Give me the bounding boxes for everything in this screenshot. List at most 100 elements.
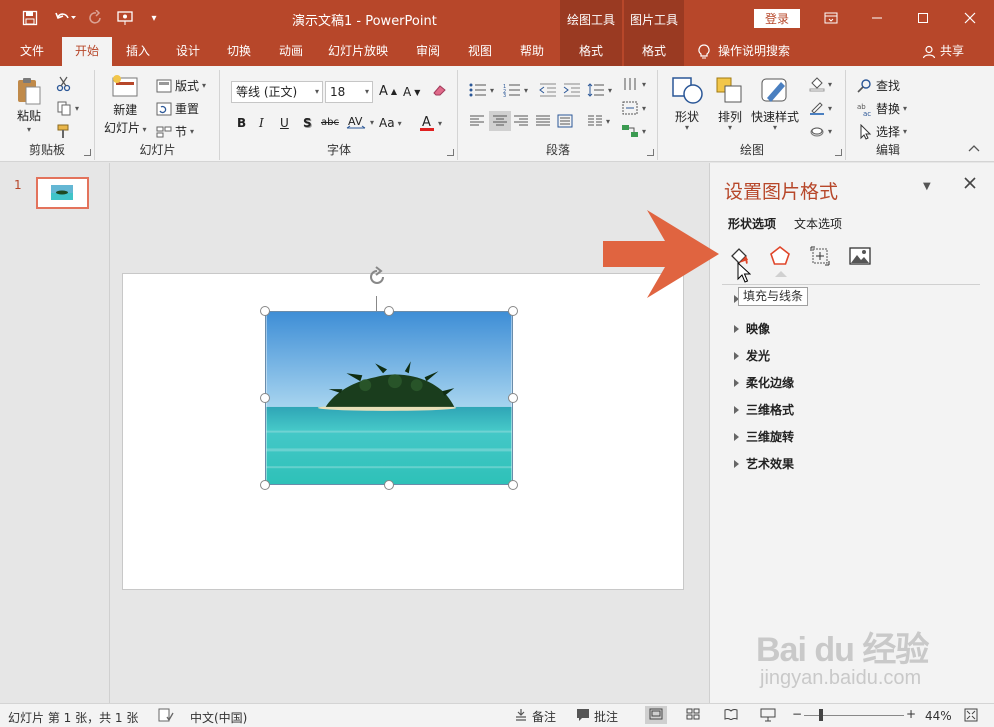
share-button[interactable]: 共享	[922, 37, 976, 66]
justify-button[interactable]	[535, 114, 551, 128]
tab-view[interactable]: 视图	[458, 37, 502, 66]
close-window-icon[interactable]	[955, 6, 985, 30]
tab-picture-format[interactable]: 格式	[624, 37, 684, 66]
copy-button[interactable]: ▾	[56, 100, 79, 116]
pane-options-icon[interactable]: ▼	[923, 181, 931, 192]
section-3d-format[interactable]: 三维格式	[734, 401, 794, 418]
slide-canvas[interactable]	[122, 266, 684, 590]
save-icon[interactable]	[18, 6, 42, 30]
shape-outline-button[interactable]: ▾	[809, 100, 832, 116]
tab-design[interactable]: 设计	[166, 37, 210, 66]
resize-handle-bottom-left[interactable]	[260, 480, 270, 490]
paste-button[interactable]: 粘贴 ▾	[14, 76, 44, 134]
new-slide-button[interactable]: 新建 幻灯片 ▾	[104, 74, 147, 136]
align-left-button[interactable]	[469, 114, 485, 128]
clipboard-launcher-icon[interactable]	[84, 149, 91, 156]
island-picture[interactable]	[265, 311, 513, 485]
resize-handle-bottom-right[interactable]	[508, 480, 518, 490]
tab-home[interactable]: 开始	[62, 37, 112, 66]
redo-icon[interactable]	[84, 6, 108, 30]
line-spacing-button[interactable]: ▾	[587, 83, 612, 97]
maximize-icon[interactable]	[908, 6, 938, 30]
spell-check-icon[interactable]	[158, 708, 174, 725]
effects-icon[interactable]	[767, 243, 793, 269]
language-indicator[interactable]: 中文(中国)	[190, 709, 247, 726]
convert-smartart-button[interactable]: ▾	[621, 123, 646, 139]
customize-qat-icon[interactable]: ▾	[142, 6, 166, 30]
tell-me-search[interactable]: 操作说明搜索	[698, 37, 802, 66]
ribbon-display-options-icon[interactable]	[816, 6, 846, 30]
arrange-button[interactable]: 排列 ▾	[715, 76, 745, 132]
quick-styles-button[interactable]: 快速样式 ▾	[751, 76, 799, 132]
resize-handle-bottom[interactable]	[384, 480, 394, 490]
reset-button[interactable]: 重置	[156, 100, 199, 117]
login-button[interactable]: 登录	[754, 9, 800, 28]
decrease-indent-button[interactable]	[539, 83, 557, 97]
select-button[interactable]: 选择 ▾	[857, 123, 907, 140]
replace-button[interactable]: ab ac 替换 ▾	[857, 100, 907, 117]
collapse-ribbon-icon[interactable]	[968, 144, 980, 152]
pane-tab-shape-options[interactable]: 形状选项	[728, 215, 776, 232]
section-glow[interactable]: 发光	[734, 347, 770, 364]
shapes-button[interactable]: 形状 ▾	[671, 76, 703, 132]
increase-indent-button[interactable]	[563, 83, 581, 97]
pane-close-icon[interactable]	[964, 177, 976, 193]
cut-button[interactable]	[56, 76, 72, 92]
shape-effects-button[interactable]: ▾	[809, 123, 832, 139]
underline-button[interactable]: U	[280, 116, 289, 130]
reading-view-button[interactable]	[724, 708, 738, 723]
slide-thumbnail[interactable]	[36, 177, 89, 209]
bullets-button[interactable]: ▾	[469, 83, 494, 97]
zoom-level[interactable]: 44%	[925, 709, 952, 723]
find-button[interactable]: 查找	[857, 77, 900, 94]
minimize-icon[interactable]	[862, 6, 892, 30]
italic-button[interactable]: I	[259, 116, 264, 130]
section-artistic-effects[interactable]: 艺术效果	[734, 455, 794, 472]
font-size-combo[interactable]: 18 ▾	[325, 81, 373, 103]
section-soft-edges[interactable]: 柔化边缘	[734, 374, 794, 391]
tab-animations[interactable]: 动画	[268, 37, 314, 66]
slideshow-button[interactable]	[760, 708, 776, 725]
notes-button[interactable]: 备注	[514, 708, 556, 725]
pane-tab-text-options[interactable]: 文本选项	[794, 215, 842, 232]
resize-handle-left[interactable]	[260, 393, 270, 403]
strikethrough-button[interactable]: abc	[321, 117, 339, 128]
shape-fill-button[interactable]: ▾	[809, 76, 832, 92]
resize-handle-top-left[interactable]	[260, 306, 270, 316]
undo-icon[interactable]	[50, 6, 80, 30]
resize-handle-top-right[interactable]	[508, 306, 518, 316]
columns-button[interactable]: ▾	[587, 114, 610, 128]
bold-button[interactable]: B	[237, 116, 246, 130]
font-name-combo[interactable]: 等线 (正文) ▾	[231, 81, 323, 103]
section-3d-rotation[interactable]: 三维旋转	[734, 428, 794, 445]
normal-view-button[interactable]	[645, 706, 667, 724]
zoom-out-button[interactable]: −	[792, 707, 802, 721]
tab-transitions[interactable]: 切换	[216, 37, 262, 66]
paragraph-launcher-icon[interactable]	[647, 149, 654, 156]
align-center-button[interactable]	[489, 111, 511, 131]
numbering-button[interactable]: 1 2 3 ▾	[503, 83, 528, 97]
shrink-font-button[interactable]: A ▼	[403, 85, 420, 99]
change-case-button[interactable]: Aa ▾	[379, 116, 402, 130]
tab-slideshow[interactable]: 幻灯片放映	[320, 37, 396, 66]
rotate-handle-icon[interactable]	[366, 266, 388, 291]
grow-font-button[interactable]: A ▲	[379, 84, 397, 99]
tab-help[interactable]: 帮助	[510, 37, 554, 66]
section-button[interactable]: 节 ▾	[156, 123, 194, 140]
tab-insert[interactable]: 插入	[116, 37, 160, 66]
tab-drawing-format[interactable]: 格式	[560, 37, 622, 66]
align-right-button[interactable]	[513, 114, 529, 128]
font-launcher-icon[interactable]	[447, 149, 454, 156]
shadow-button[interactable]: S	[303, 116, 312, 130]
tab-file[interactable]: 文件	[8, 37, 56, 66]
align-text-button[interactable]: ▾	[621, 100, 646, 116]
comments-button[interactable]: 批注	[576, 708, 618, 725]
layout-button[interactable]: 版式 ▾	[156, 77, 206, 94]
zoom-in-button[interactable]: +	[906, 707, 916, 721]
drawing-launcher-icon[interactable]	[835, 149, 842, 156]
zoom-slider-thumb[interactable]	[819, 709, 823, 721]
clear-formatting-button[interactable]	[431, 83, 447, 97]
font-color-button[interactable]: A ▾	[419, 114, 442, 132]
start-from-beginning-icon[interactable]	[113, 6, 137, 30]
picture-icon[interactable]	[847, 243, 873, 269]
